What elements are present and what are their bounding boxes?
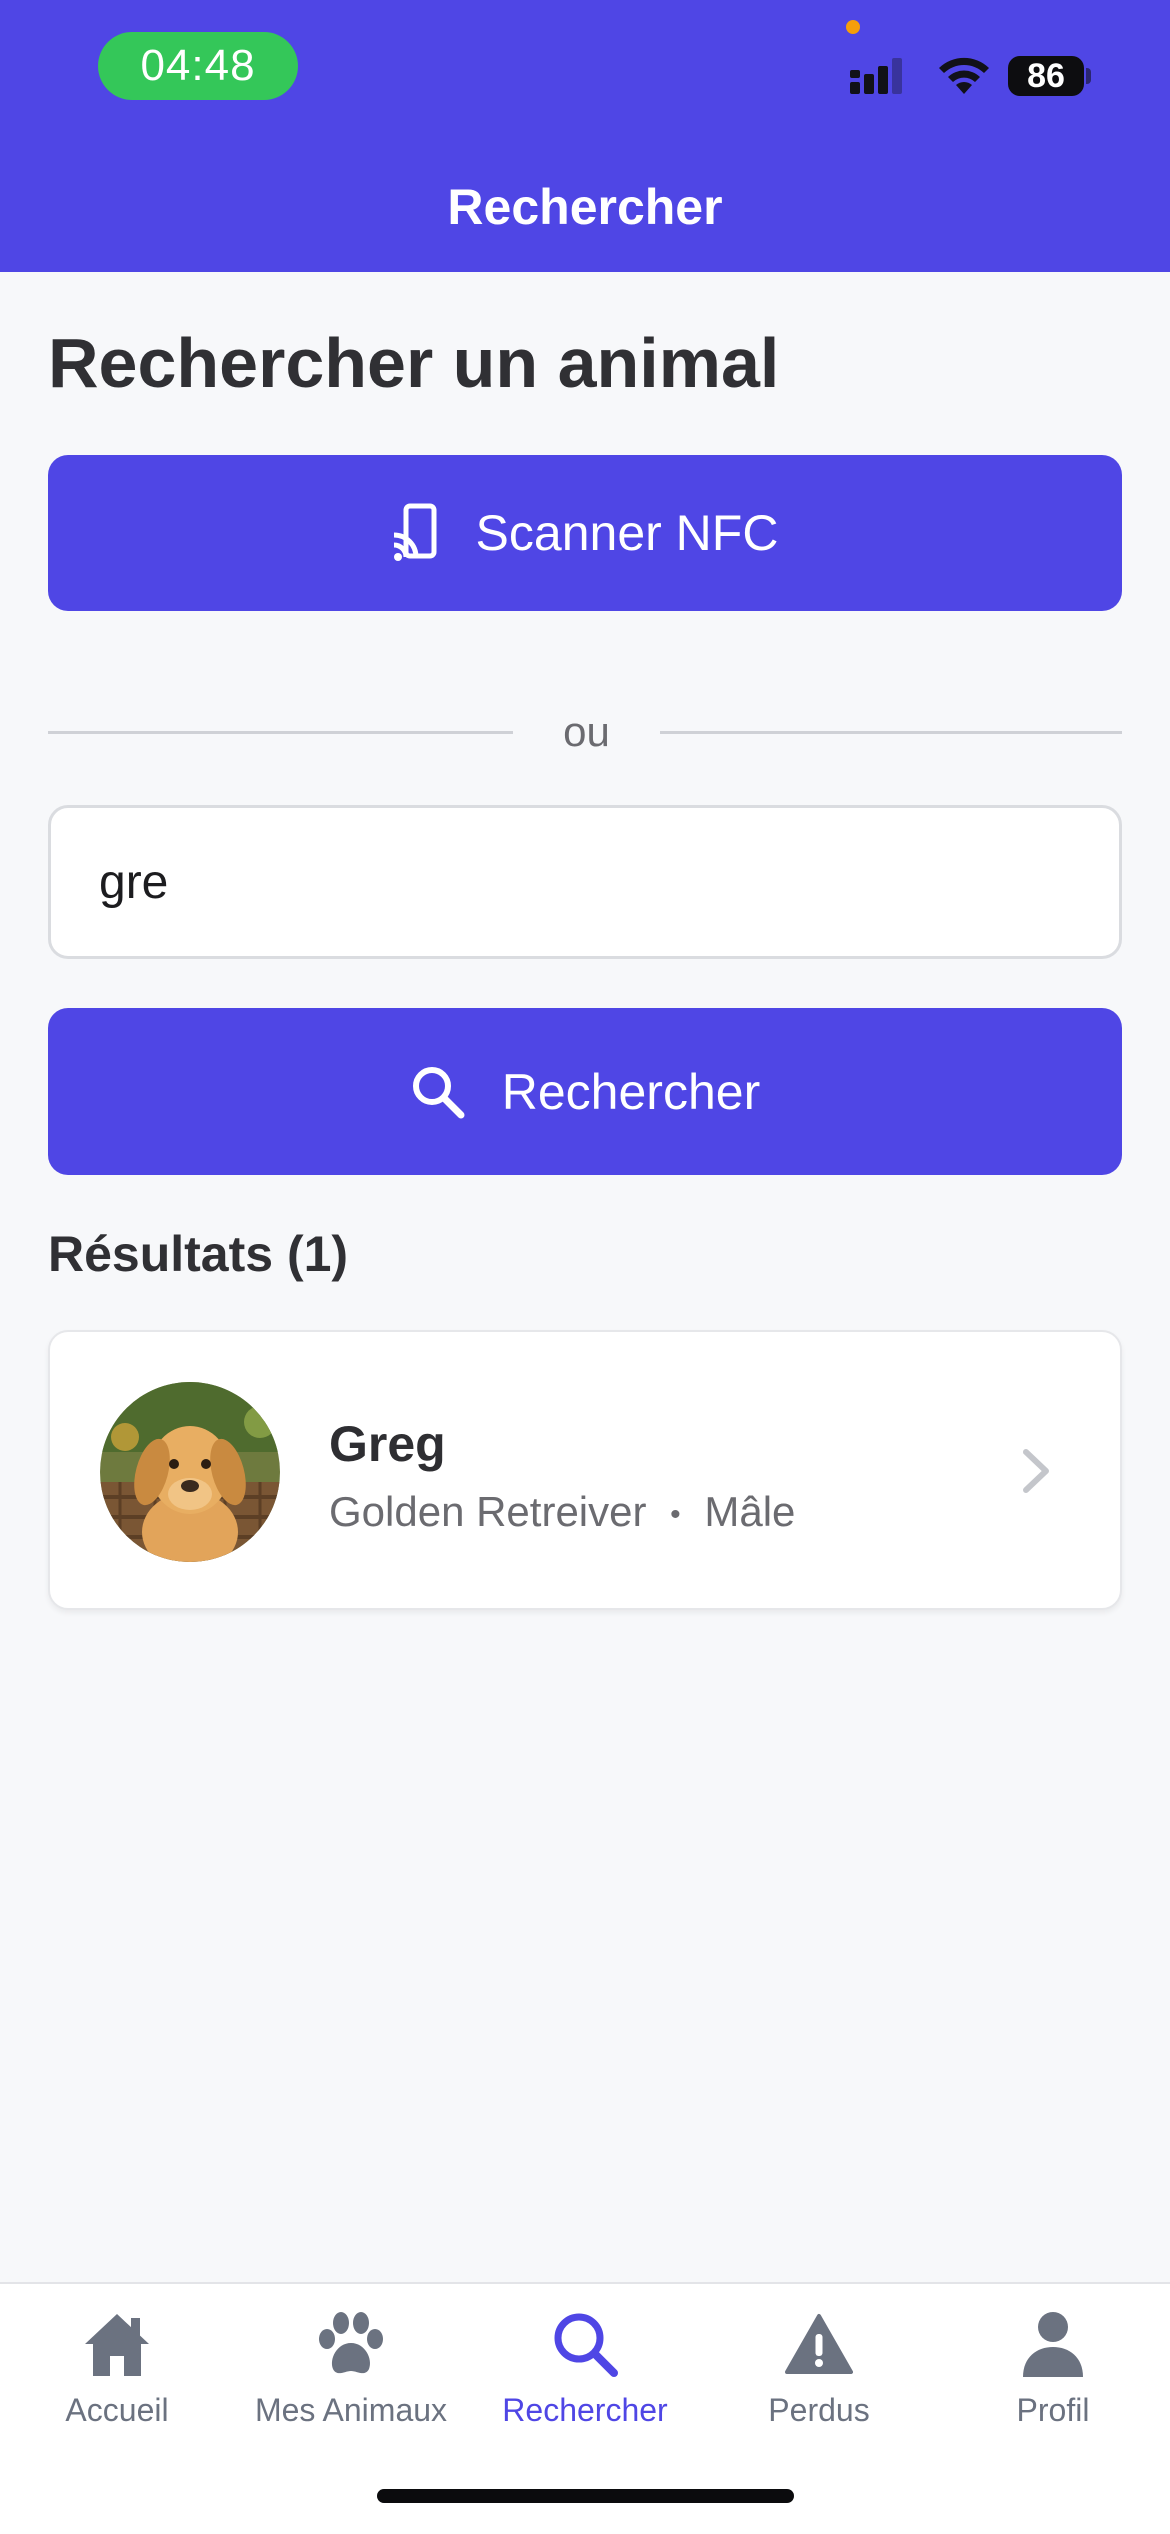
divider-right <box>660 731 1122 734</box>
divider-or-text: ou <box>563 708 610 755</box>
pet-details: Golden Retreiver • Mâle <box>329 1482 795 1545</box>
pet-name: Greg <box>329 1416 446 1472</box>
search-icon <box>410 1064 466 1120</box>
paw-icon <box>234 2304 468 2384</box>
app-header: 04:48 86 Rechercher <box>0 0 1170 272</box>
home-indicator[interactable] <box>377 2489 794 2503</box>
chevron-right-icon <box>1023 1449 1049 1493</box>
tab-mes-animaux[interactable]: Mes Animaux <box>234 2304 468 2434</box>
wifi-icon <box>939 57 989 94</box>
status-time: 04:48 <box>98 32 298 100</box>
divider-left <box>48 731 513 734</box>
tab-label: Rechercher <box>502 2392 668 2428</box>
scan-nfc-button[interactable]: Scanner NFC <box>48 455 1122 611</box>
search-button[interactable]: Rechercher <box>48 1008 1122 1175</box>
privacy-indicator-dot <box>846 20 860 34</box>
header-title: Rechercher <box>447 179 723 235</box>
meta-separator: • <box>670 1497 681 1531</box>
page-title: Rechercher un animal <box>48 324 780 402</box>
battery-tip <box>1086 68 1091 84</box>
home-icon <box>0 2304 234 2384</box>
user-icon <box>936 2304 1170 2384</box>
tab-perdus[interactable]: Perdus <box>702 2304 936 2434</box>
scan-nfc-button-label: Scanner NFC <box>475 505 779 561</box>
tab-accueil[interactable]: Accueil <box>0 2304 234 2434</box>
battery-level: 86 <box>1008 56 1084 96</box>
tab-label: Accueil <box>65 2392 169 2428</box>
search-input[interactable] <box>48 805 1122 959</box>
nfc-icon <box>392 503 440 563</box>
tab-label: Profil <box>1016 2392 1090 2428</box>
pet-breed: Golden Retreiver <box>329 1488 647 1535</box>
search-button-label: Rechercher <box>501 1063 761 1120</box>
cellular-signal-icon <box>850 58 902 94</box>
tab-label: Mes Animaux <box>254 2392 448 2428</box>
result-card-greg[interactable]: Greg Golden Retreiver • Mâle <box>48 1330 1122 1610</box>
warning-icon <box>702 2304 936 2384</box>
pet-sex: Mâle <box>704 1488 796 1535</box>
tab-label: Perdus <box>768 2392 870 2428</box>
tab-profil[interactable]: Profil <box>936 2304 1170 2434</box>
pet-avatar <box>100 1382 280 1562</box>
results-title: Résultats (1) <box>48 1226 349 1282</box>
search-icon <box>468 2304 702 2384</box>
status-icons: 86 <box>850 52 1091 102</box>
tab-rechercher[interactable]: Rechercher <box>468 2304 702 2434</box>
